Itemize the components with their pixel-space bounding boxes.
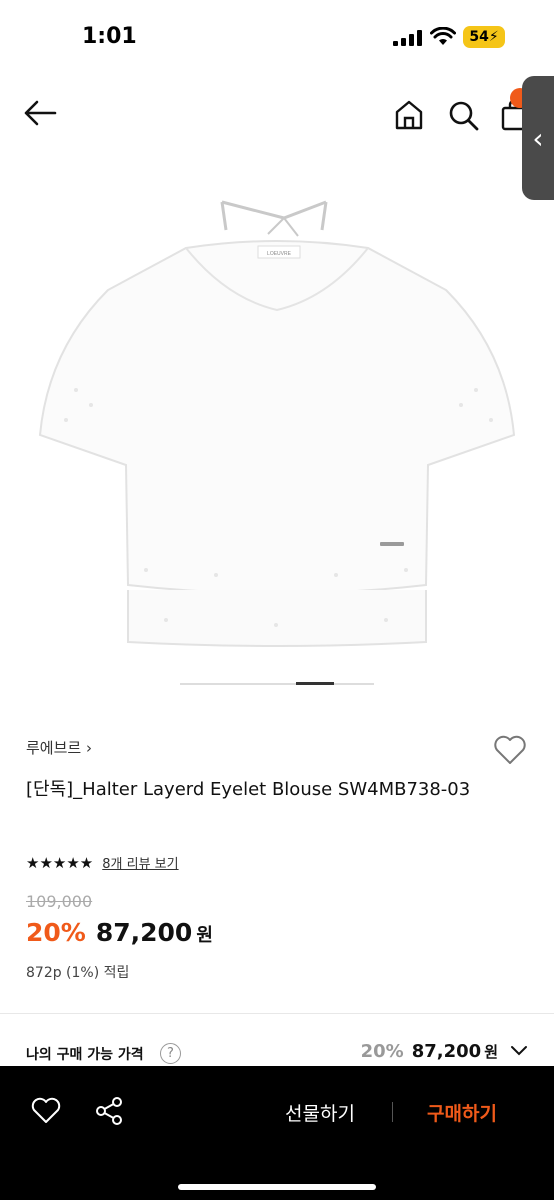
original-price: 109,000 <box>26 892 93 911</box>
share-icon[interactable] <box>94 1096 124 1126</box>
side-panel-handle[interactable]: ‹ <box>522 76 554 200</box>
my-price-toggle[interactable]: 20% 87,200 원 <box>361 1041 528 1062</box>
price-row: 20% 87,200 원 <box>26 918 213 947</box>
rating-row: ★★★★★ 8개 리뷰 보기 <box>26 853 179 873</box>
brand-name: 루에브르 <box>26 739 82 757</box>
review-link[interactable]: 8개 리뷰 보기 <box>102 853 178 872</box>
chevron-left-icon: ‹ <box>532 121 544 155</box>
battery-icon: 54 ⚡ <box>463 26 505 48</box>
my-price-amount: 87,200 <box>411 1041 482 1062</box>
top-nav <box>0 80 554 150</box>
buy-button[interactable]: 구매하기 <box>410 1094 514 1130</box>
bottom-action-bar: 선물하기 구매하기 <box>0 1066 554 1200</box>
product-title: [단독]_Halter Layerd Eyelet Blouse SW4MB73… <box>26 779 471 800</box>
chevron-down-icon <box>511 1046 527 1056</box>
search-icon[interactable] <box>446 98 480 132</box>
product-image[interactable]: LOEUVRE <box>36 190 518 650</box>
points-info: 872p (1%) 적립 <box>26 965 130 981</box>
button-separator <box>392 1102 393 1122</box>
carousel-active-indicator <box>296 682 334 685</box>
my-price-currency: 원 <box>484 1043 498 1061</box>
garment-label-text: LOEUVRE <box>267 251 292 257</box>
home-icon[interactable] <box>392 98 426 132</box>
my-price-discount: 20% <box>360 1041 404 1062</box>
wifi-icon <box>430 27 456 45</box>
rating-stars: ★★★★★ <box>26 853 94 872</box>
help-icon[interactable]: ? <box>160 1043 181 1064</box>
back-arrow-icon[interactable] <box>22 98 58 128</box>
status-bar: 1:01 54 ⚡ <box>0 0 554 76</box>
discount-rate: 20% <box>26 918 86 947</box>
gift-button[interactable]: 선물하기 <box>270 1094 370 1130</box>
image-carousel-indicator <box>180 682 374 685</box>
heart-icon[interactable] <box>30 1096 62 1126</box>
signal-icon <box>393 30 422 46</box>
chevron-right-icon: › <box>85 739 92 757</box>
sale-price: 87,200 <box>95 918 193 947</box>
currency-label: 원 <box>196 925 213 946</box>
my-price-label: 나의 구매 가능 가격 <box>26 1047 144 1063</box>
brand-link[interactable]: 루에브르 › <box>26 737 92 758</box>
battery-level: 54 <box>469 29 489 45</box>
status-time: 1:01 <box>82 24 137 49</box>
charging-bolt-icon: ⚡ <box>488 29 499 45</box>
wishlist-heart-icon[interactable] <box>492 732 528 768</box>
divider <box>0 1013 554 1014</box>
home-indicator <box>178 1184 376 1190</box>
